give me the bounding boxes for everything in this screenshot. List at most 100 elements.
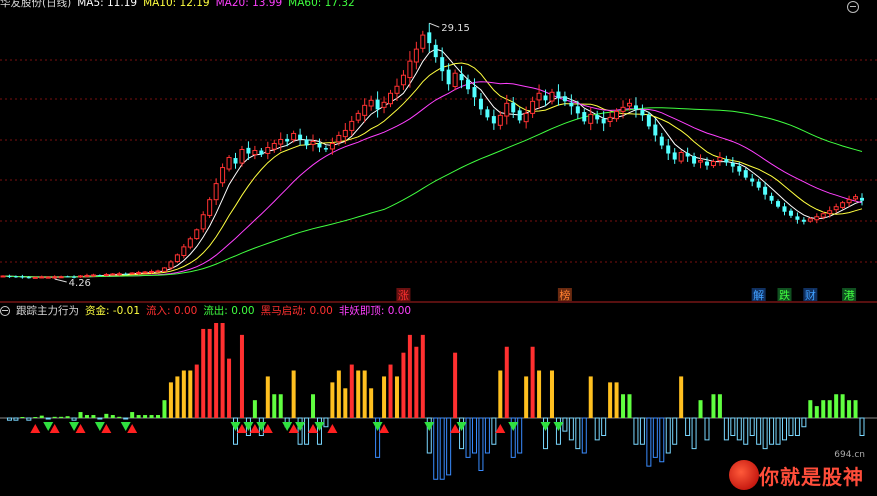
candle-body [511,102,516,113]
candle-body [653,124,658,136]
indicator-bar-down [316,417,322,445]
ma-legend-item: MA5: 11.19 [77,0,138,9]
event-labels[interactable]: 涨榜解跌财港 [396,288,857,302]
indicator-bar-down [775,417,781,445]
event-label[interactable]: 财 [805,288,816,302]
event-label[interactable]: 榜 [559,288,570,302]
candle-body [355,112,361,121]
candle-body [549,91,555,102]
indicator-bar-up [20,417,25,418]
indicator-bar-down [736,417,742,441]
candle-body [466,79,471,90]
indicator-bar-up [156,415,161,418]
watermark: 你就是股神 694.cn [729,450,869,494]
low-label: 4.26 [69,278,91,289]
indicator-bar-down [659,417,665,463]
candle-body [472,87,477,98]
indicator-bar-up [349,364,354,418]
candle-body [26,277,31,279]
indicator-bar-up [59,416,64,418]
indicator-bar-up [394,376,399,418]
candle-body [672,152,677,160]
candle-body [246,147,251,154]
indicator-bar-up [252,400,257,418]
indicator-bar-down [323,417,329,428]
indicator-bar-up [336,370,341,418]
indicator-bar-down [601,417,607,436]
indicator-bar-down [478,417,484,471]
indicator-legend-item: 流入: 0.00 [146,305,198,317]
indicator-bar-down [575,417,581,450]
candle-body [58,276,64,279]
indicator-bar-down [749,417,755,436]
indicator-bar-up [84,415,89,418]
candle-body [7,276,12,278]
candle-body [329,142,335,150]
event-label[interactable]: 解 [753,288,764,302]
candle-body [20,276,25,278]
indicator-bar-down [639,417,645,445]
indicator-bar-down [517,417,523,454]
candle-body [569,102,574,107]
indicator-legend-item: 黑马启动: 0.00 [260,305,333,317]
indicator-bar-up [362,370,367,418]
candle-body [543,95,548,101]
candle-body [807,218,813,222]
watermark-site: 694.cn [834,450,865,460]
event-label[interactable]: 涨 [398,289,409,302]
candle-body [536,92,542,101]
indicator-bar-up [136,415,141,418]
candle-body [646,114,651,127]
candle-body [142,271,148,274]
main-chart-header: 华友股份(日线) MA5: 11.19 MA10: 12.19 MA20: 13.99… [0,0,367,10]
indicator-bar-down [484,417,490,454]
indicator-bar-up [711,394,716,418]
candlesticks[interactable] [0,23,865,279]
indicator-bar-up [168,382,173,418]
candle-body [323,148,328,150]
candle-body [0,275,6,278]
ma-legend-item: MA10: 12.19 [143,0,210,9]
buy-signal-triangle [30,424,41,433]
event-label[interactable]: 跌 [779,288,790,302]
candle-body [446,69,451,85]
candle-body [207,199,213,216]
candle-body [136,271,142,274]
indicator-bar-up [214,323,219,418]
candle-body [562,96,567,102]
candle-body [846,199,852,204]
candle-body [103,273,109,276]
indicator-bar-up [239,334,244,418]
indicator-bar-up [220,323,225,418]
indicator-bar-down [691,417,697,450]
candle-body [698,160,704,163]
candle-body [517,110,522,121]
chart-stage[interactable]: 涨 榜 解 跌 财 港 29.15 4.26 [0,0,877,496]
minimize-icon[interactable] [847,1,859,13]
indicator-bar-up [614,382,619,418]
candle-body [776,201,781,207]
indicator-bar-up [278,394,283,418]
candle-body [485,109,490,118]
indicator-bar-up [530,346,535,418]
buy-signal-triangle [495,424,506,433]
candle-body [763,186,768,195]
indicator-bar-up [201,328,206,418]
candle-body [168,261,174,269]
candle-body [692,156,697,164]
indicator-bar-down [788,417,794,436]
indicator-bar-down [465,417,471,458]
candle-body [400,74,406,86]
candle-body [291,132,297,141]
indicator-bar-down [13,417,19,421]
indicator-bar-up [717,394,722,418]
candle-body [252,150,258,156]
candle-body [84,274,90,277]
candle-body [181,246,187,257]
indicator-header: 跟踪主力行为 资金: -0.01 流入: 0.00 流出: 0.00 黑马启动: 0.0… [0,304,423,318]
candle-body [588,113,594,124]
indicator-bar-down [233,417,239,445]
candle-body [362,104,368,116]
collapse-icon[interactable] [0,306,10,316]
event-label[interactable]: 港 [844,289,855,302]
